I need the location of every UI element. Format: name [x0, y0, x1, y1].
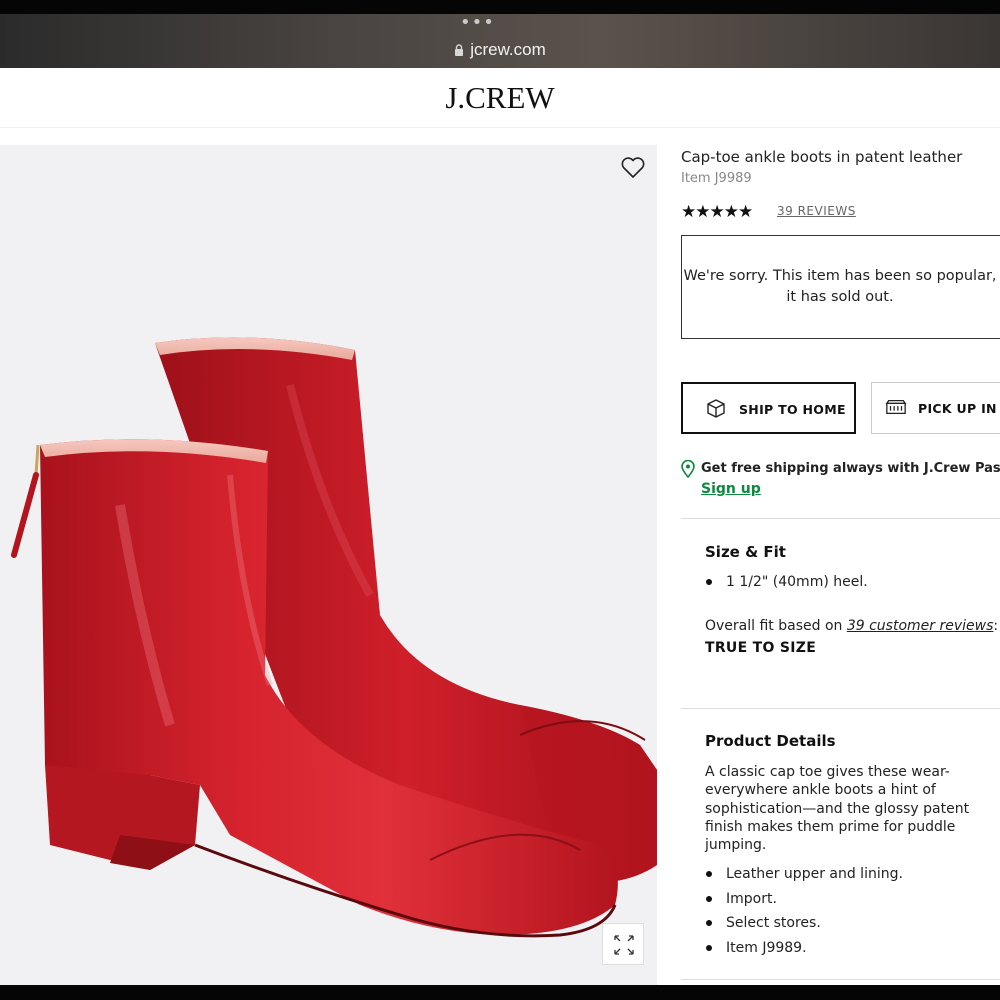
expand-button[interactable]: [602, 923, 644, 965]
product-image[interactable]: [0, 145, 657, 985]
product-details-list: Leather upper and lining. Import. Select…: [705, 862, 903, 960]
size-fit-list: 1 1/2" (40mm) heel.: [705, 570, 868, 595]
more-dots-icon[interactable]: •••: [460, 14, 494, 32]
pick-up-in-store-button[interactable]: PICK UP IN ST: [871, 382, 1000, 434]
overall-fit-suffix: :: [993, 618, 999, 634]
list-item: Item J9989.: [705, 936, 903, 961]
url-text: jcrew.com: [470, 40, 546, 59]
location-pin-icon: [681, 460, 695, 478]
overall-fit-line: Overall fit based on 39 customer reviews…: [705, 618, 998, 634]
divider: [681, 979, 1000, 980]
sold-out-notice: We're sorry. This item has been so popul…: [681, 235, 1000, 339]
divider: [681, 708, 1000, 709]
product-details-heading: Product Details: [705, 732, 836, 750]
store-icon: [885, 399, 907, 415]
divider: [681, 518, 1000, 519]
product-page: J.CREW Cap-toe ankle boots in patent lea…: [0, 68, 1000, 985]
product-description: A classic cap toe gives these wear-every…: [705, 764, 970, 854]
red-boots-image: [11, 337, 657, 938]
site-header: J.CREW: [0, 68, 1000, 128]
lock-icon: [455, 44, 464, 56]
sold-out-message: We're sorry. This item has been so popul…: [683, 268, 997, 305]
product-title: Cap-toe ankle boots in patent leather: [681, 148, 963, 166]
sign-up-link[interactable]: Sign up: [701, 481, 761, 497]
passport-text: Get free shipping always with J.Crew Pas…: [701, 461, 1000, 476]
expand-icon: [614, 935, 634, 955]
list-item: Leather upper and lining.: [705, 862, 903, 887]
ship-to-home-button[interactable]: SHIP TO HOME: [681, 382, 856, 434]
overall-fit-prefix: Overall fit based on: [705, 618, 847, 634]
ship-to-home-label: SHIP TO HOME: [739, 402, 846, 417]
address-bar[interactable]: jcrew.com: [0, 40, 1000, 60]
browser-chrome: ••• jcrew.com: [0, 0, 1000, 68]
jcrew-logo[interactable]: J.CREW: [0, 80, 1000, 116]
list-item: 1 1/2" (40mm) heel.: [705, 570, 868, 595]
size-fit-heading: Size & Fit: [705, 543, 786, 561]
heart-icon[interactable]: [620, 156, 646, 180]
pick-up-label: PICK UP IN ST: [918, 401, 1000, 416]
item-number: Item J9989: [681, 171, 752, 186]
reviews-link[interactable]: 39 REVIEWS: [777, 204, 856, 218]
customer-reviews-link[interactable]: 39 customer reviews: [847, 618, 994, 634]
box-icon: [707, 399, 725, 418]
fit-value: TRUE TO SIZE: [705, 640, 817, 656]
list-item: Select stores.: [705, 911, 903, 936]
device-bezel-bottom: [0, 985, 1000, 1000]
rating-stars: ★★★★★: [681, 202, 753, 222]
list-item: Import.: [705, 887, 903, 912]
